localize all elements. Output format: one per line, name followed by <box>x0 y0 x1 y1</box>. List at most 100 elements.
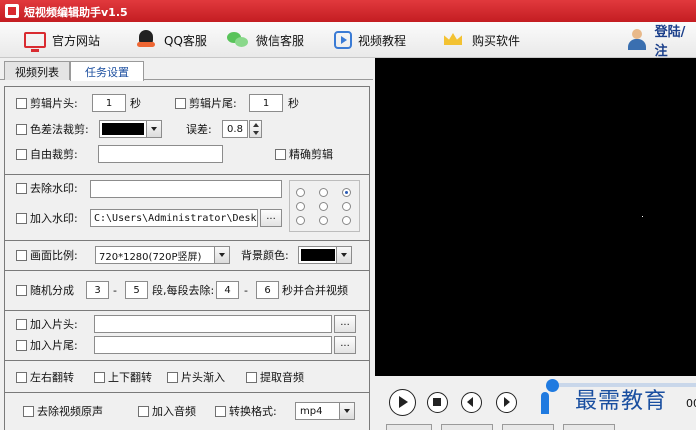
browse-outro-button[interactable]: ... <box>334 336 356 354</box>
aspect-ratio-select[interactable]: 720*1280(720P竖屏) <box>95 246 230 264</box>
remove-watermark-checkbox[interactable] <box>16 182 27 194</box>
flip-ud-checkbox[interactable] <box>94 371 105 383</box>
remove-watermark-input[interactable] <box>90 180 282 198</box>
chroma-crop-label: 色差法裁剪: <box>30 123 89 136</box>
free-crop-row: 自由裁剪: <box>16 144 78 164</box>
convert-format-checkbox[interactable] <box>215 405 226 417</box>
stop-button[interactable] <box>427 392 448 413</box>
format-select[interactable]: mp4 <box>295 402 355 420</box>
error-spinner[interactable] <box>249 120 262 138</box>
aspect-checkbox[interactable] <box>16 249 27 261</box>
spin-down-icon[interactable] <box>253 131 259 135</box>
bottom-button-1[interactable] <box>386 424 432 430</box>
bottom-button-4[interactable] <box>563 424 615 430</box>
position-radio-top-left[interactable] <box>296 188 305 197</box>
wechat-service-button[interactable]: 微信客服 <box>226 27 304 53</box>
chroma-color-select[interactable] <box>99 120 162 138</box>
flip-lr-row: 左右翻转 <box>16 367 74 387</box>
remove-to-input[interactable]: 6 <box>256 281 279 299</box>
previous-button[interactable] <box>461 392 482 413</box>
chevron-down-icon <box>339 403 354 419</box>
time-readout: 00 <box>686 397 696 410</box>
convert-format-row: 转换格式: <box>215 401 277 421</box>
buy-software-button[interactable]: 购买软件 <box>442 27 520 53</box>
split-dash: - <box>113 283 117 297</box>
aspect-label: 画面比例: <box>30 249 78 262</box>
intro-path-input[interactable] <box>94 315 332 333</box>
position-radio-top-center[interactable] <box>319 188 328 197</box>
official-site-button[interactable]: 官方网站 <box>24 27 100 53</box>
position-radio-bottom-right[interactable] <box>342 216 351 225</box>
position-radio-top-right[interactable] <box>342 188 351 197</box>
crown-icon <box>442 29 466 51</box>
spin-up-icon[interactable] <box>253 123 259 127</box>
video-preview[interactable] <box>375 58 696 376</box>
position-radio-middle-left[interactable] <box>296 202 305 211</box>
trim-tail-input[interactable]: 1 <box>249 94 283 112</box>
remove-from-input[interactable]: 4 <box>216 281 239 299</box>
position-radio-bottom-center[interactable] <box>319 216 328 225</box>
flip-lr-label: 左右翻转 <box>30 371 74 384</box>
add-watermark-path-input[interactable]: C:\Users\Administrator\Desktop\ <box>90 209 258 227</box>
fade-in-checkbox[interactable] <box>167 371 178 383</box>
video-tutorial-button[interactable]: 视频教程 <box>334 27 406 53</box>
chevron-down-icon <box>336 247 351 263</box>
login-label: 登陆/注 <box>654 25 686 59</box>
trim-head-checkbox[interactable] <box>16 97 27 109</box>
split-row: 随机分成 <box>16 280 74 300</box>
position-radio-middle-center[interactable] <box>319 202 328 211</box>
next-button[interactable] <box>496 392 517 413</box>
play-button[interactable] <box>389 389 416 416</box>
intro-outro-section: 加入片头: ... 加入片尾: ... <box>5 311 369 361</box>
split-label: 随机分成 <box>30 284 74 297</box>
bg-color-swatch <box>301 249 335 261</box>
split-checkbox[interactable] <box>16 284 27 296</box>
trim-head-input[interactable]: 1 <box>92 94 126 112</box>
tab-task-settings[interactable]: 任务设置 <box>70 61 144 81</box>
task-settings-panel: 剪辑片头: 1 秒 剪辑片尾: 1 秒 色差法裁剪: 误差: 0.8 自由裁剪: <box>4 86 370 430</box>
chroma-crop-checkbox[interactable] <box>16 123 27 135</box>
free-crop-checkbox[interactable] <box>16 148 27 160</box>
precise-edit-label: 精确剪辑 <box>289 148 333 161</box>
bottom-button-2[interactable] <box>441 424 493 430</box>
intro-checkbox[interactable] <box>16 318 27 330</box>
qq-service-button[interactable]: QQ客服 <box>134 27 207 53</box>
position-radio-bottom-left[interactable] <box>296 216 305 225</box>
split-to-input[interactable]: 5 <box>125 281 148 299</box>
tab-video-list[interactable]: 视频列表 <box>4 61 70 80</box>
remove-audio-checkbox[interactable] <box>23 405 34 417</box>
flip-ud-row: 上下翻转 <box>94 367 152 387</box>
add-watermark-row: 加入水印: <box>16 208 78 228</box>
add-watermark-checkbox[interactable] <box>16 212 27 224</box>
split-from-input[interactable]: 3 <box>86 281 109 299</box>
volume-slider[interactable] <box>541 392 549 414</box>
outro-path-input[interactable] <box>94 336 332 354</box>
bottom-button-3[interactable] <box>502 424 554 430</box>
buy-software-label: 购买软件 <box>472 33 521 48</box>
login-button[interactable]: 登陆/注 <box>626 25 696 59</box>
error-input[interactable]: 0.8 <box>222 120 248 138</box>
add-audio-checkbox[interactable] <box>138 405 149 417</box>
flip-lr-checkbox[interactable] <box>16 371 27 383</box>
progress-handle[interactable] <box>546 379 559 392</box>
overlay-watermark-text: 最需教育 <box>575 389 668 414</box>
add-audio-row: 加入音频 <box>138 401 196 421</box>
trim-tail-checkbox[interactable] <box>175 97 186 109</box>
free-crop-input[interactable] <box>98 145 223 163</box>
position-radio-middle-right[interactable] <box>342 202 351 211</box>
chroma-crop-row: 色差法裁剪: <box>16 119 89 139</box>
outro-checkbox[interactable] <box>16 339 27 351</box>
user-avatar-icon <box>626 29 649 51</box>
browse-watermark-button[interactable]: ... <box>260 209 282 227</box>
extract-audio-checkbox[interactable] <box>246 371 257 383</box>
browse-intro-button[interactable]: ... <box>334 315 356 333</box>
toolbar: 官方网站 QQ客服 微信客服 视频教程 购买软件 登陆/注 <box>0 22 696 59</box>
precise-edit-checkbox[interactable] <box>275 148 286 160</box>
flip-ud-label: 上下翻转 <box>108 371 152 384</box>
format-value: mp4 <box>300 405 323 417</box>
bg-color-select[interactable] <box>298 246 352 264</box>
add-audio-label: 加入音频 <box>152 405 196 418</box>
trim-head-unit: 秒 <box>130 97 141 110</box>
effects-section: 左右翻转 上下翻转 片头渐入 提取音频 <box>5 361 369 393</box>
watermark-section: 去除水印: 加入水印: C:\Users\Administrator\Deskt… <box>5 175 369 241</box>
